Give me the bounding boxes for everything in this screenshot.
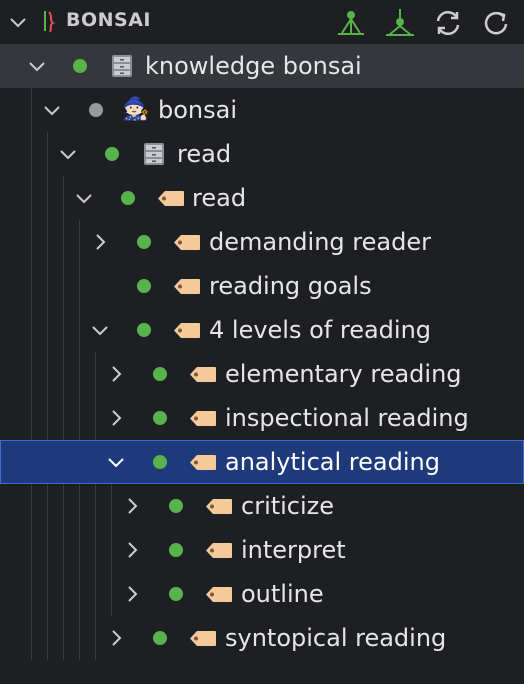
sync-icon[interactable]	[431, 6, 465, 40]
status-dot	[73, 59, 87, 73]
tree-item-label: inspectional reading	[225, 404, 469, 432]
tag-icon	[174, 235, 200, 250]
tree-item-label: 4 levels of reading	[209, 316, 432, 344]
tree-item-syntopical-reading[interactable]: syntopical reading	[0, 616, 524, 660]
tree-item-inspectional-reading[interactable]: inspectional reading	[0, 396, 524, 440]
tree-item-read-folder[interactable]: read	[0, 132, 524, 176]
tag-icon	[174, 323, 200, 338]
chevron-right-icon[interactable]	[91, 233, 109, 251]
view-header: BONSAI	[0, 0, 524, 44]
tag-icon	[190, 631, 216, 646]
status-dot	[169, 543, 183, 557]
tree-item-4-levels-of-reading[interactable]: 4 levels of reading	[0, 308, 524, 352]
status-dot	[121, 191, 135, 205]
tree-item-reading-goals[interactable]: reading goals	[0, 264, 524, 308]
chevron-right-icon[interactable]	[123, 585, 141, 603]
tree-item-label: elementary reading	[225, 360, 462, 388]
chevron-right-icon[interactable]	[107, 365, 125, 383]
tree-item-analytical-reading[interactable]: analytical reading	[0, 440, 524, 484]
refresh-icon[interactable]	[479, 6, 513, 40]
chevron-down-icon[interactable]	[91, 321, 109, 339]
tree-item-label: interpret	[241, 536, 346, 564]
chevron-right-icon[interactable]	[107, 409, 125, 427]
tag-icon	[174, 279, 200, 294]
tag-icon	[190, 411, 216, 426]
tree-item-knowledge-bonsai[interactable]: knowledge bonsai	[0, 44, 524, 88]
status-dot	[89, 103, 103, 117]
tree-item-label: demanding reader	[209, 228, 431, 256]
tree-view-icon[interactable]	[334, 6, 368, 40]
hierarchy-icon[interactable]	[383, 6, 417, 40]
tree-item-label: criticize	[241, 492, 335, 520]
tree-item-label: reading goals	[209, 272, 372, 300]
view-title: BONSAI	[66, 9, 151, 31]
status-dot	[153, 455, 167, 469]
tree-item-criticize[interactable]: criticize	[0, 484, 524, 528]
chevron-down-icon[interactable]	[43, 101, 61, 119]
tag-icon	[190, 455, 216, 470]
tree-item-label: outline	[241, 580, 324, 608]
filing-cabinet-icon	[112, 55, 132, 77]
chevron-down-icon[interactable]	[28, 57, 46, 75]
tag-icon	[190, 367, 216, 382]
tag-icon	[158, 191, 184, 206]
chevron-down-icon[interactable]	[107, 453, 125, 471]
chevron-right-icon[interactable]	[123, 541, 141, 559]
status-dot	[153, 367, 167, 381]
mage-emoji-icon: 🧙🏻	[122, 97, 150, 122]
tree-item-demanding-reader[interactable]: demanding reader	[0, 220, 524, 264]
tree-item-label: read	[177, 140, 232, 168]
tag-icon	[206, 587, 232, 602]
tree-item-label: bonsai	[158, 96, 238, 124]
status-dot	[137, 323, 151, 337]
tree-item-read-tag[interactable]: read	[0, 176, 524, 220]
status-dot	[169, 499, 183, 513]
chevron-right-icon[interactable]	[107, 629, 125, 647]
tree-item-label: knowledge bonsai	[145, 52, 362, 80]
tree-item-outline[interactable]: outline	[0, 572, 524, 616]
status-dot	[169, 587, 183, 601]
chevron-down-icon[interactable]	[75, 189, 93, 207]
status-dot	[105, 147, 119, 161]
tag-icon	[206, 543, 232, 558]
tag-icon	[206, 499, 232, 514]
status-dot	[153, 411, 167, 425]
tree-item-elementary-reading[interactable]: elementary reading	[0, 352, 524, 396]
status-dot	[153, 631, 167, 645]
tree-item-label: analytical reading	[225, 448, 440, 476]
chevron-down-icon[interactable]	[8, 12, 28, 32]
chevron-down-icon[interactable]	[59, 145, 77, 163]
status-dot	[137, 235, 151, 249]
status-dot	[137, 279, 151, 293]
filing-cabinet-icon	[144, 143, 164, 165]
tree-item-label: read	[192, 184, 247, 212]
tree-item-label: syntopical reading	[225, 624, 447, 652]
tree-item-bonsai[interactable]: 🧙🏻 bonsai	[0, 88, 524, 132]
chevron-right-icon[interactable]	[123, 497, 141, 515]
bonsai-logo-icon	[44, 11, 55, 33]
tree-item-interpret[interactable]: interpret	[0, 528, 524, 572]
